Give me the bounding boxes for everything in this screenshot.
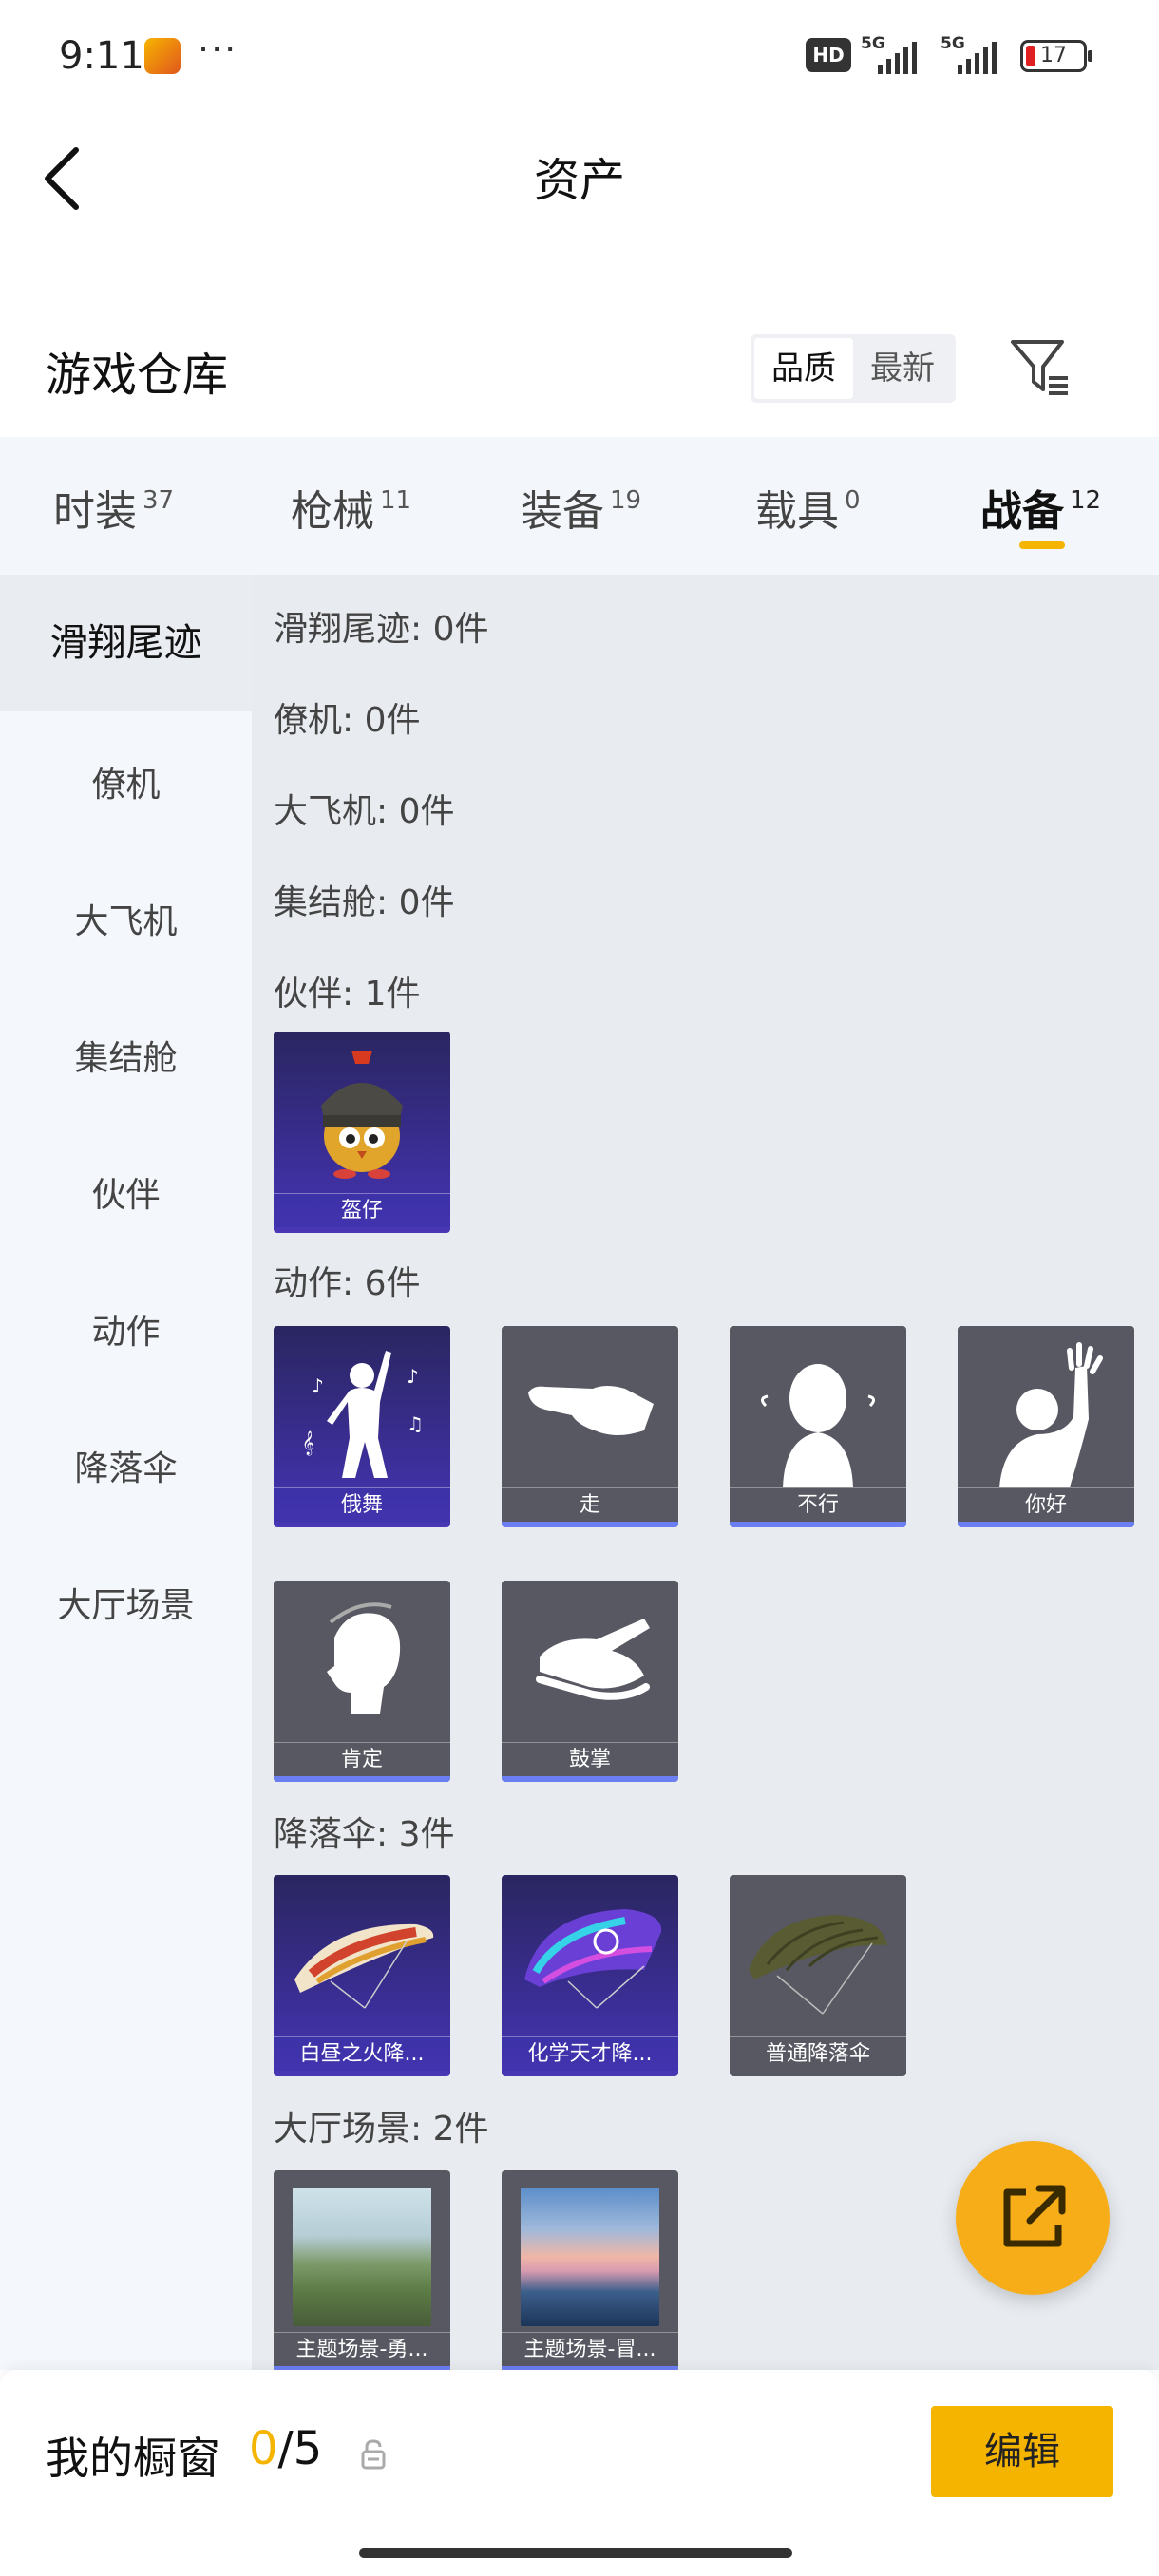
item-name: 普通降落伞 xyxy=(730,2036,906,2071)
section-label-big-plane: 大飞机: 0件 xyxy=(274,792,455,831)
svg-text:𝄞: 𝄞 xyxy=(302,1430,314,1455)
section-label-partner: 伙伴: 1件 xyxy=(274,975,421,1013)
section-label-wingman: 僚机: 0件 xyxy=(274,701,421,740)
item-name: 你好 xyxy=(958,1487,1134,1522)
svg-text:♪: ♪ xyxy=(312,1374,324,1397)
hd-badge: HD xyxy=(806,38,851,72)
status-time: 9:11 xyxy=(59,34,144,78)
sidebar-item-rally-pod[interactable]: 集结舱 xyxy=(0,1031,252,1080)
wave-hello-icon xyxy=(999,1342,1103,1487)
pointing-hand-icon xyxy=(528,1386,654,1435)
item-card-emote[interactable]: 不行 xyxy=(730,1326,906,1527)
share-fab-button[interactable] xyxy=(956,2141,1110,2295)
more-notifications-icon: ··· xyxy=(198,28,238,70)
item-card-lobby-scene[interactable]: 主题场景-冒... xyxy=(502,2170,678,2372)
item-name: 肯定 xyxy=(274,1742,450,1776)
filter-icon xyxy=(1011,340,1068,395)
share-out-icon xyxy=(1003,2185,1066,2247)
nod-head-icon xyxy=(327,1602,401,1714)
sidebar-item-partner[interactable]: 伙伴 xyxy=(0,1167,252,1217)
page-title: 资产 xyxy=(533,154,625,207)
section-label-glide-trail: 滑翔尾迹: 0件 xyxy=(274,610,489,649)
item-name: 主题场景-勇... xyxy=(274,2332,450,2366)
item-card-emote[interactable]: 肯定 xyxy=(274,1581,450,1782)
tab-battle-prep[interactable]: 战备 12 xyxy=(980,477,1101,538)
sort-toggle: 品质 最新 xyxy=(750,334,956,403)
item-card-emote[interactable]: 走 xyxy=(502,1326,678,1527)
category-tabs: 时装 37 枪械 11 装备 19 载具 0 战备 12 xyxy=(0,437,1159,575)
item-name: 鼓掌 xyxy=(502,1742,678,1776)
clapping-hands-icon xyxy=(536,1619,650,1700)
showcase-label: 我的橱窗 xyxy=(46,2433,220,2484)
item-card-parachute[interactable]: 白昼之火降... xyxy=(274,1875,450,2076)
item-card-emote[interactable]: 你好 xyxy=(958,1326,1134,1527)
showcase-bar: 我的橱窗 0/5 编辑 xyxy=(0,2370,1159,2576)
item-name: 俄舞 xyxy=(274,1487,450,1522)
item-name: 盔仔 xyxy=(274,1193,450,1227)
partner-mascot-icon xyxy=(321,1051,403,1179)
sidebar-item-wingman[interactable]: 僚机 xyxy=(0,757,252,806)
edit-button[interactable]: 编辑 xyxy=(931,2406,1113,2497)
svg-text:♪: ♪ xyxy=(407,1365,419,1388)
item-card-emote[interactable]: ♪ ♪ ♫ 𝄞 俄舞 xyxy=(274,1326,450,1527)
app-notification-icon xyxy=(144,38,180,74)
tab-equipment[interactable]: 装备 19 xyxy=(521,477,641,538)
item-card-lobby-scene[interactable]: 主题场景-勇... xyxy=(274,2170,450,2372)
scene-thumbnail-sunset-sea xyxy=(521,2188,659,2326)
sort-newest-option[interactable]: 最新 xyxy=(853,338,952,399)
signal-2-icon: 5G xyxy=(940,34,1001,76)
head-shake-icon xyxy=(761,1364,875,1487)
parachute-fire-icon xyxy=(294,1923,434,2009)
section-label-rally-pod: 集结舱: 0件 xyxy=(274,883,455,922)
parachute-basic-icon xyxy=(749,1915,887,2015)
sidebar-item-glide-trail[interactable]: 滑翔尾迹 xyxy=(0,575,252,711)
tab-vehicles[interactable]: 载具 0 xyxy=(755,477,861,538)
signal-1-icon: 5G xyxy=(861,34,922,76)
item-card-parachute[interactable]: 化学天才降... xyxy=(502,1875,678,2076)
warehouse-title: 游戏仓库 xyxy=(46,349,229,402)
lock-icon xyxy=(361,2439,386,2470)
sidebar-item-lobby-scene[interactable]: 大厅场景 xyxy=(0,1578,252,1627)
item-name: 白昼之火降... xyxy=(274,2036,450,2071)
item-name: 主题场景-冒... xyxy=(502,2332,678,2366)
dance-emote-icon: ♪ ♪ ♫ 𝄞 xyxy=(302,1351,424,1478)
battery-icon: 17 xyxy=(1020,40,1092,72)
sort-quality-option[interactable]: 品质 xyxy=(754,338,853,399)
sidebar: 滑翔尾迹 僚机 大飞机 集结舱 伙伴 动作 降落伞 大厅场景 xyxy=(0,575,252,2370)
section-label-emote: 动作: 6件 xyxy=(274,1264,421,1303)
item-card-emote[interactable]: 鼓掌 xyxy=(502,1581,678,1782)
item-name: 走 xyxy=(502,1487,678,1522)
showcase-count: 0/5 xyxy=(249,2422,323,2475)
sidebar-item-emote[interactable]: 动作 xyxy=(0,1304,252,1354)
active-tab-indicator xyxy=(1019,541,1065,549)
section-label-parachute: 降落伞: 3件 xyxy=(274,1815,455,1854)
sidebar-item-big-plane[interactable]: 大飞机 xyxy=(0,894,252,943)
tab-guns[interactable]: 枪械 11 xyxy=(291,477,411,538)
svg-text:♫: ♫ xyxy=(407,1412,424,1435)
item-card-partner[interactable]: 盔仔 xyxy=(274,1032,450,1233)
filter-button[interactable] xyxy=(1007,334,1074,401)
item-name: 不行 xyxy=(730,1487,906,1522)
items-panel: 滑翔尾迹: 0件 僚机: 0件 大飞机: 0件 集结舱: 0件 伙伴: 1件 盔… xyxy=(252,575,1159,2372)
parachute-chemistry-icon xyxy=(524,1909,662,2009)
tab-fashion[interactable]: 时装 37 xyxy=(53,477,174,538)
section-label-lobby-scene: 大厅场景: 2件 xyxy=(274,2110,489,2149)
item-name: 化学天才降... xyxy=(502,2036,678,2071)
scene-thumbnail-mountains xyxy=(293,2188,431,2326)
sidebar-item-parachute[interactable]: 降落伞 xyxy=(0,1441,252,1490)
status-bar: 9:11 ··· HD 5G 5G 17 xyxy=(0,0,1159,109)
item-card-parachute[interactable]: 普通降落伞 xyxy=(730,1875,906,2076)
home-indicator[interactable] xyxy=(359,2548,792,2558)
